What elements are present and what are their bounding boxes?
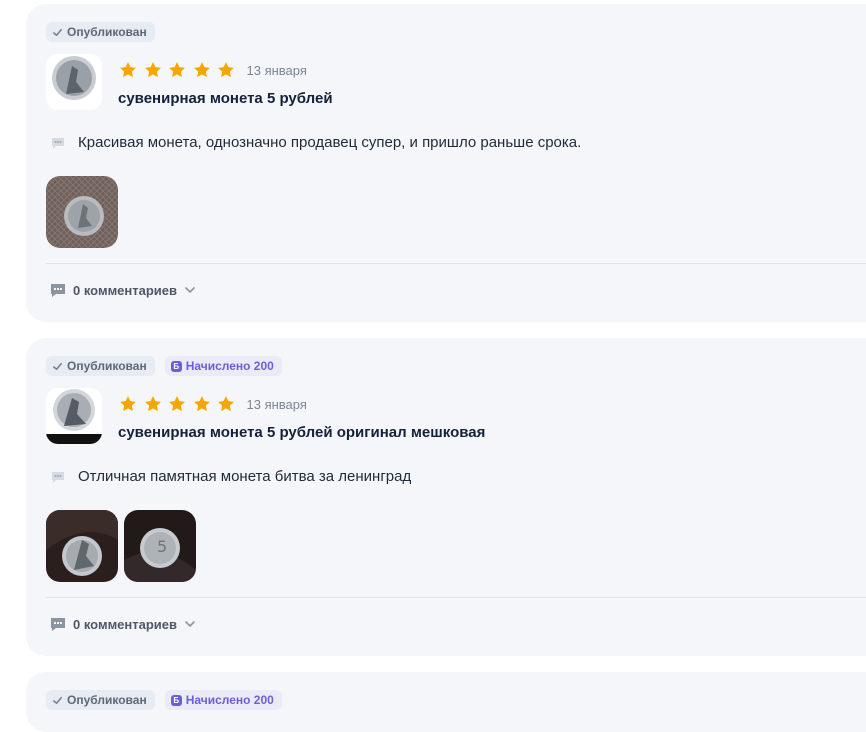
review-card: Опубликован Б Начислено 200 13 января су… [26,338,866,656]
points-text: Начислено 200 [185,693,274,707]
review-text-row: Красивая монета, однозначно продавец суп… [50,134,581,151]
review-badges: Опубликован Б Начислено 200 [46,356,282,376]
star-icon [144,396,161,412]
points-badge: Б Начислено 200 [164,356,282,376]
status-badge: Опубликован [46,22,155,42]
star-rating: 13 января [118,60,307,80]
chevron-down-icon [185,621,195,627]
star-icon [193,396,210,412]
review-photo[interactable]: 5 [124,510,196,582]
divider [46,597,866,598]
points-badge: Б Начислено 200 [164,690,282,710]
review-badges: Опубликован [46,22,155,42]
star-icon [120,396,136,412]
status-text: Опубликован [67,25,147,39]
bonus-coin-icon: Б [170,360,182,372]
bonus-coin-icon: Б [170,694,182,706]
star-icon [218,396,234,412]
review-card: Опубликован Б Начислено 200 [26,672,866,732]
product-title[interactable]: сувенирная монета 5 рублей [118,90,333,107]
reviews-feed: Опубликован 13 января сувенирная монета … [0,0,866,732]
chat-icon [51,618,65,631]
star-icon [169,396,185,412]
product-thumbnail[interactable] [46,388,102,444]
star-icon [120,62,136,78]
check-icon [53,696,62,704]
points-text: Начислено 200 [185,359,274,373]
svg-text:5: 5 [157,537,167,556]
star-icon [218,62,234,78]
status-badge: Опубликован [46,690,155,710]
check-icon [53,28,62,36]
review-photo[interactable] [46,510,118,582]
status-text: Опубликован [67,359,147,373]
speech-bubble-icon [52,137,64,149]
review-date: 13 января [246,62,307,78]
product-title[interactable]: сувенирная монета 5 рублей оригинал мешк… [118,424,485,441]
comments-count: 0 комментариев [73,616,178,632]
speech-bubble-icon [52,471,64,483]
review-badges: Опубликован Б Начислено 200 [46,690,282,710]
review-text: Отличная памятная монета битва за ленинг… [78,468,412,485]
review-photo[interactable] [46,176,118,248]
review-photos: 5 [46,510,196,582]
review-photos [46,176,118,248]
comments-count: 0 комментариев [73,282,178,298]
status-badge: Опубликован [46,356,155,376]
star-icon [193,62,210,78]
product-thumbnail[interactable] [46,54,102,110]
comments-toggle[interactable]: 0 комментариев [49,282,197,298]
review-card: Опубликован 13 января сувенирная монета … [26,4,866,322]
status-text: Опубликован [67,693,147,707]
comments-toggle[interactable]: 0 комментариев [49,616,197,632]
star-icon [144,62,161,78]
chevron-down-icon [185,287,195,293]
star-rating: 13 января [118,394,307,414]
chat-icon [51,284,65,297]
check-icon [53,362,62,370]
star-icon [169,62,185,78]
review-text-row: Отличная памятная монета битва за ленинг… [50,468,411,485]
divider [46,263,866,264]
review-date: 13 января [246,396,307,412]
review-text: Красивая монета, однозначно продавец суп… [78,134,582,151]
